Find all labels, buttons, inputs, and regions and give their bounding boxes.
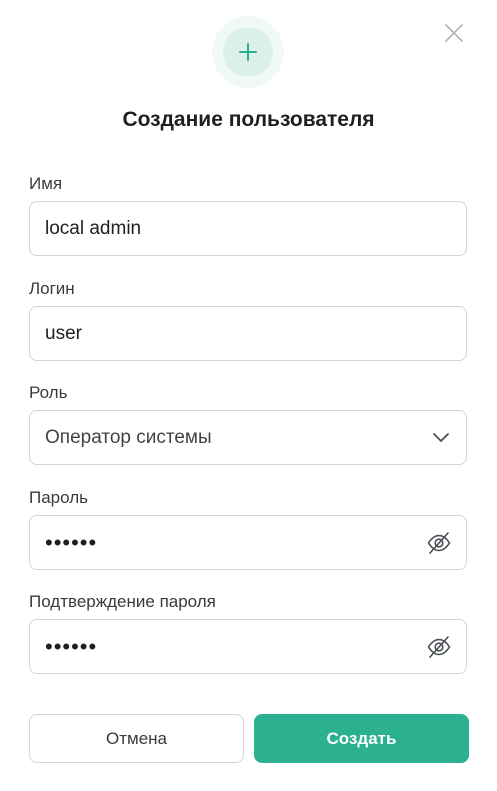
- role-label: Роль: [29, 383, 68, 402]
- eye-off-icon[interactable]: [426, 530, 452, 556]
- login-field-box: [29, 306, 467, 361]
- role-select[interactable]: Оператор системы: [29, 410, 467, 465]
- close-button[interactable]: [443, 22, 465, 44]
- close-icon: [445, 24, 463, 42]
- eye-off-icon[interactable]: [426, 634, 452, 660]
- password-field-box: [29, 515, 467, 570]
- password-input[interactable]: [45, 516, 415, 569]
- chevron-down-icon: [433, 433, 449, 442]
- header-badge: [212, 16, 284, 88]
- login-label: Логин: [29, 279, 75, 298]
- create-button[interactable]: Создать: [254, 714, 469, 763]
- login-input[interactable]: [45, 307, 415, 360]
- name-label: Имя: [29, 174, 63, 193]
- name-field-box: [29, 201, 467, 256]
- name-input[interactable]: [45, 202, 415, 255]
- role-select-value: Оператор системы: [45, 427, 212, 448]
- confirm-password-field-box: [29, 619, 467, 674]
- header-badge-inner: [223, 27, 273, 77]
- password-label: Пароль: [29, 488, 88, 507]
- cancel-button[interactable]: Отмена: [29, 714, 244, 763]
- plus-icon: [239, 43, 257, 61]
- confirm-password-input[interactable]: [45, 620, 415, 673]
- dialog-title: Создание пользователя: [122, 108, 375, 131]
- confirm-password-label: Подтверждение пароля: [29, 592, 216, 611]
